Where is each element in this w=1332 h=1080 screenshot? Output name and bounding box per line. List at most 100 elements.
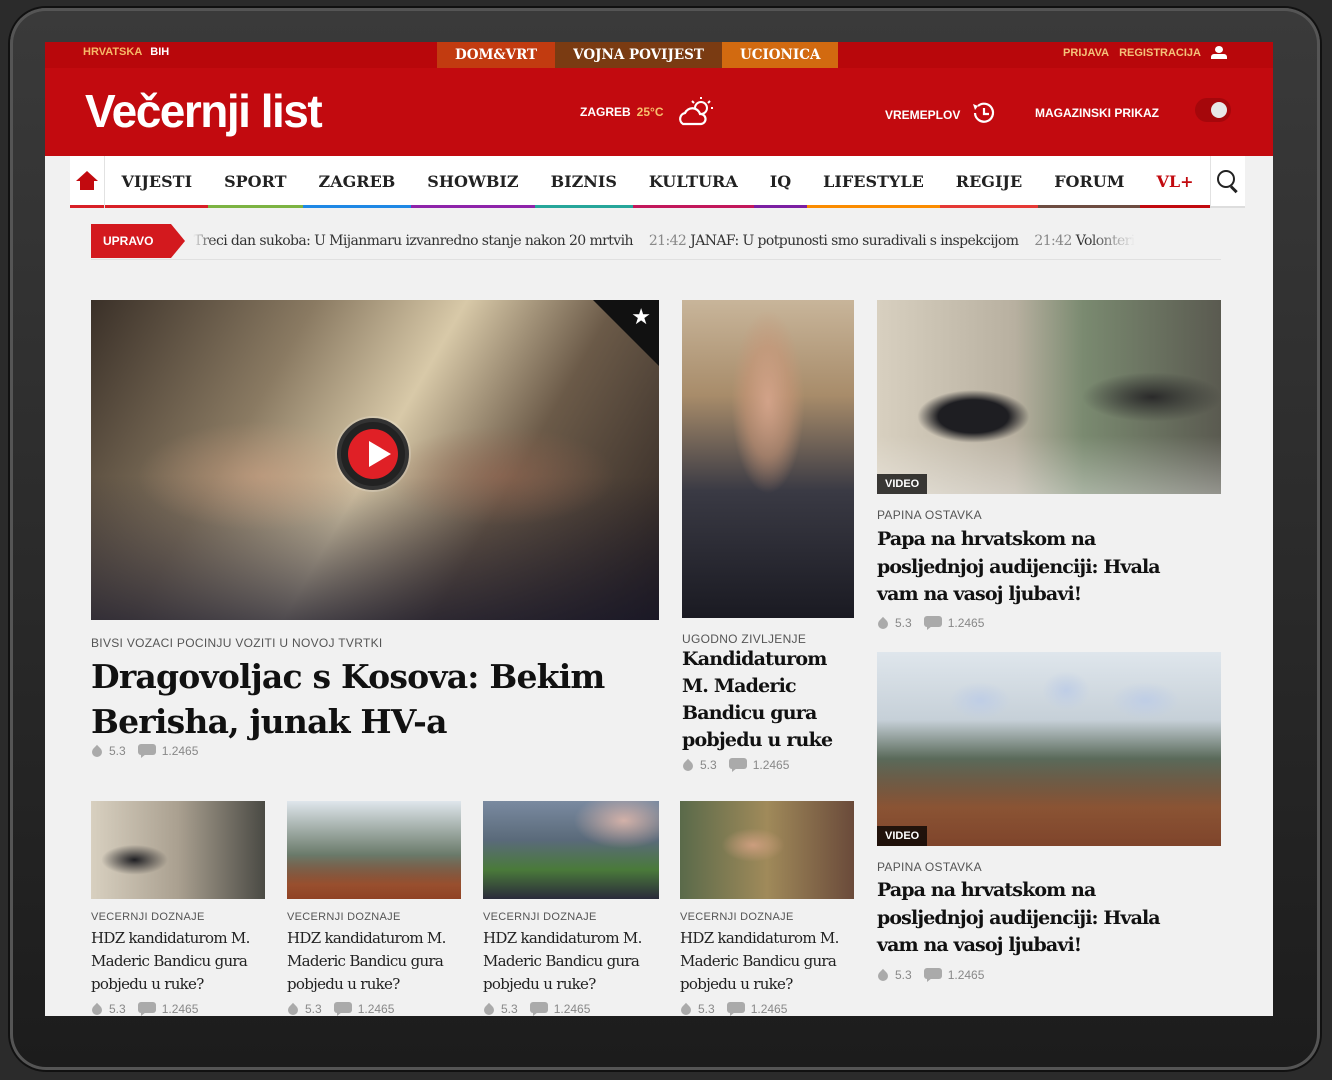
magazine-view-toggle[interactable] xyxy=(1195,98,1231,122)
region-bih-link[interactable]: BIH xyxy=(150,46,169,58)
ticker-time: 21:42 xyxy=(648,232,687,249)
nav-sport[interactable]: SPORT xyxy=(208,156,303,208)
headline-line: posljednjoj audijenciji: Hvala xyxy=(877,906,1161,929)
ticker-label: UPRAVO xyxy=(91,223,186,258)
headline-line: HDZ kandidaturom M. xyxy=(287,929,446,947)
nav-biznis[interactable]: BIZNIS xyxy=(534,156,634,208)
search-button[interactable] xyxy=(1209,156,1245,206)
comment-count[interactable]: 1.2465 xyxy=(948,616,985,630)
nav-forum[interactable]: FORUM xyxy=(1038,156,1141,208)
main-story-image[interactable]: ★ xyxy=(91,300,659,620)
ticker-item[interactable]: 21:42 Volonteri xyxy=(1034,233,1134,249)
comment-icon xyxy=(726,1002,745,1016)
comment-count[interactable]: 1.2465 xyxy=(162,1002,199,1016)
rating-drop-icon xyxy=(483,1002,495,1016)
comment-count[interactable]: 1.2465 xyxy=(358,1002,395,1016)
comment-count[interactable]: 1.2465 xyxy=(751,1002,788,1016)
right-2-headline[interactable]: Papa na hrvatskom na posljednjoj audijen… xyxy=(877,877,1161,960)
headline-line: Maderic Bandicu gura xyxy=(287,952,444,970)
nav-kultura[interactable]: KULTURA xyxy=(632,156,754,208)
weather-widget[interactable]: ZAGREB 25°C xyxy=(580,96,717,128)
ticker-text: Volonteri xyxy=(1075,232,1135,249)
top-bar: HRVATSKA BIH DOM&VRT VOJNA POVIJEST UCIO… xyxy=(45,42,1273,68)
nav-vl-plus[interactable]: VL+ xyxy=(1140,156,1210,208)
nav-regije[interactable]: REGIJE xyxy=(939,156,1039,208)
comment-count[interactable]: 1.2465 xyxy=(162,744,199,758)
user-icon[interactable] xyxy=(1211,46,1227,60)
ticker-text: JANAF: U potpunosti smo suradivali s ins… xyxy=(690,232,1019,249)
rating-drop-icon xyxy=(877,968,889,982)
right-story-2-image[interactable]: VIDEO xyxy=(877,652,1221,846)
ticker-text: Treci dan sukoba: U Mijanmaru izvanredno… xyxy=(193,232,633,249)
comment-count[interactable]: 1.2465 xyxy=(753,758,790,772)
ticker-item[interactable]: 21:42 JANAF: U potpunosti smo suradivali … xyxy=(649,233,1019,249)
nav-zagreb[interactable]: ZAGREB xyxy=(302,156,412,208)
tab-ucionica[interactable]: UCIONICA xyxy=(721,42,839,68)
headline-line: Papa na hrvatskom na xyxy=(877,879,1096,901)
small-3-headline[interactable]: HDZ kandidaturom M. Maderic Bandicu gura… xyxy=(483,927,642,996)
nav-home[interactable] xyxy=(70,156,106,208)
right-story-1-image[interactable]: VIDEO xyxy=(877,300,1221,494)
tab-dom-vrt[interactable]: DOM&VRT xyxy=(437,42,556,68)
mid-headline[interactable]: Kandidaturom M. Maderic Bandicu gura pob… xyxy=(682,646,833,754)
small-2-headline[interactable]: HDZ kandidaturom M. Maderic Bandicu gura… xyxy=(287,927,446,996)
main-meta: 5.3 1.2465 xyxy=(91,744,198,758)
screen: HRVATSKA BIH DOM&VRT VOJNA POVIJEST UCIO… xyxy=(45,42,1273,1016)
mid-meta: 5.3 1.2465 xyxy=(682,758,789,772)
play-video-button[interactable] xyxy=(337,418,409,490)
search-icon xyxy=(1216,170,1239,192)
small-story-1-image[interactable] xyxy=(91,801,265,899)
headline-line: HDZ kandidaturom M. xyxy=(91,929,250,947)
small-4-headline[interactable]: HDZ kandidaturom M. Maderic Bandicu gura… xyxy=(680,927,839,996)
rating-drop-icon xyxy=(877,616,889,630)
nav-vijesti[interactable]: VIJESTI xyxy=(105,156,208,208)
headline-line: Papa na hrvatskom na xyxy=(877,528,1096,550)
main-headline[interactable]: Dragovoljac s Kosova: Bekim Berisha, jun… xyxy=(91,654,605,744)
comment-icon xyxy=(728,758,747,772)
small-story-2-image[interactable] xyxy=(287,801,461,899)
small-story-3-image[interactable] xyxy=(483,801,659,899)
small-story-4-image[interactable] xyxy=(680,801,854,899)
rating-drop-icon xyxy=(287,1002,299,1016)
right-1-headline[interactable]: Papa na hrvatskom na posljednjoj audijen… xyxy=(877,526,1161,609)
mid-kicker: UGODNO ZIVLJENJE xyxy=(682,632,807,646)
headline-line: pobjedu u ruke? xyxy=(287,975,400,993)
headline-line: Maderic Bandicu gura xyxy=(483,952,640,970)
small-1-headline[interactable]: HDZ kandidaturom M. Maderic Bandicu gura… xyxy=(91,927,250,996)
rating-value: 5.3 xyxy=(109,744,126,758)
right-1-meta: 5.3 1.2465 xyxy=(877,616,984,630)
right-1-kicker: PAPINA OSTAVKA xyxy=(877,508,982,522)
weather-temp: 25°C xyxy=(636,105,664,119)
partly-cloudy-icon xyxy=(677,96,717,128)
rating-drop-icon xyxy=(91,1002,103,1016)
header: Večernji list ZAGREB 25°C VREMEPLOV MAGA… xyxy=(45,68,1273,156)
nav-showbiz[interactable]: SHOWBIZ xyxy=(411,156,535,208)
site-logo[interactable]: Večernji list xyxy=(85,84,323,138)
login-link[interactable]: PRIJAVA xyxy=(1063,47,1109,59)
region-hr-link[interactable]: HRVATSKA xyxy=(83,46,142,58)
comment-count[interactable]: 1.2465 xyxy=(948,968,985,982)
small-2-kicker: VECERNJI DOZNAJE xyxy=(287,911,401,923)
register-link[interactable]: REGISTRACIJA xyxy=(1119,47,1201,59)
headline-line: Maderic Bandicu gura xyxy=(91,952,248,970)
ticker-item[interactable]: Treci dan sukoba: U Mijanmaru izvanredno… xyxy=(193,232,633,249)
weather-city: ZAGREB xyxy=(580,105,631,119)
breaking-ticker: UPRAVO Treci dan sukoba: U Mijanmaru izv… xyxy=(91,223,1221,260)
timeline-button[interactable]: VREMEPLOV xyxy=(885,100,996,129)
right-2-meta: 5.3 1.2465 xyxy=(877,968,984,982)
mid-story-image[interactable] xyxy=(682,300,854,618)
comment-count[interactable]: 1.2465 xyxy=(554,1002,591,1016)
video-badge: VIDEO xyxy=(877,474,928,494)
headline-line: pobjedu u ruke xyxy=(682,729,833,751)
rating-value: 5.3 xyxy=(700,758,717,772)
headline-line: Dragovoljac s Kosova: Bekim xyxy=(91,657,605,696)
nav-iq[interactable]: IQ xyxy=(753,156,808,208)
small-1-kicker: VECERNJI DOZNAJE xyxy=(91,911,205,923)
tab-vojna-povijest[interactable]: VOJNA POVIJEST xyxy=(555,42,722,68)
headline-line: Berisha, junak HV-a xyxy=(91,702,447,741)
comment-icon xyxy=(333,1002,352,1016)
rating-value: 5.3 xyxy=(501,1002,518,1016)
home-icon xyxy=(76,171,99,191)
nav-lifestyle[interactable]: LIFESTYLE xyxy=(807,156,940,208)
headline-line: Bandicu gura xyxy=(682,702,817,724)
